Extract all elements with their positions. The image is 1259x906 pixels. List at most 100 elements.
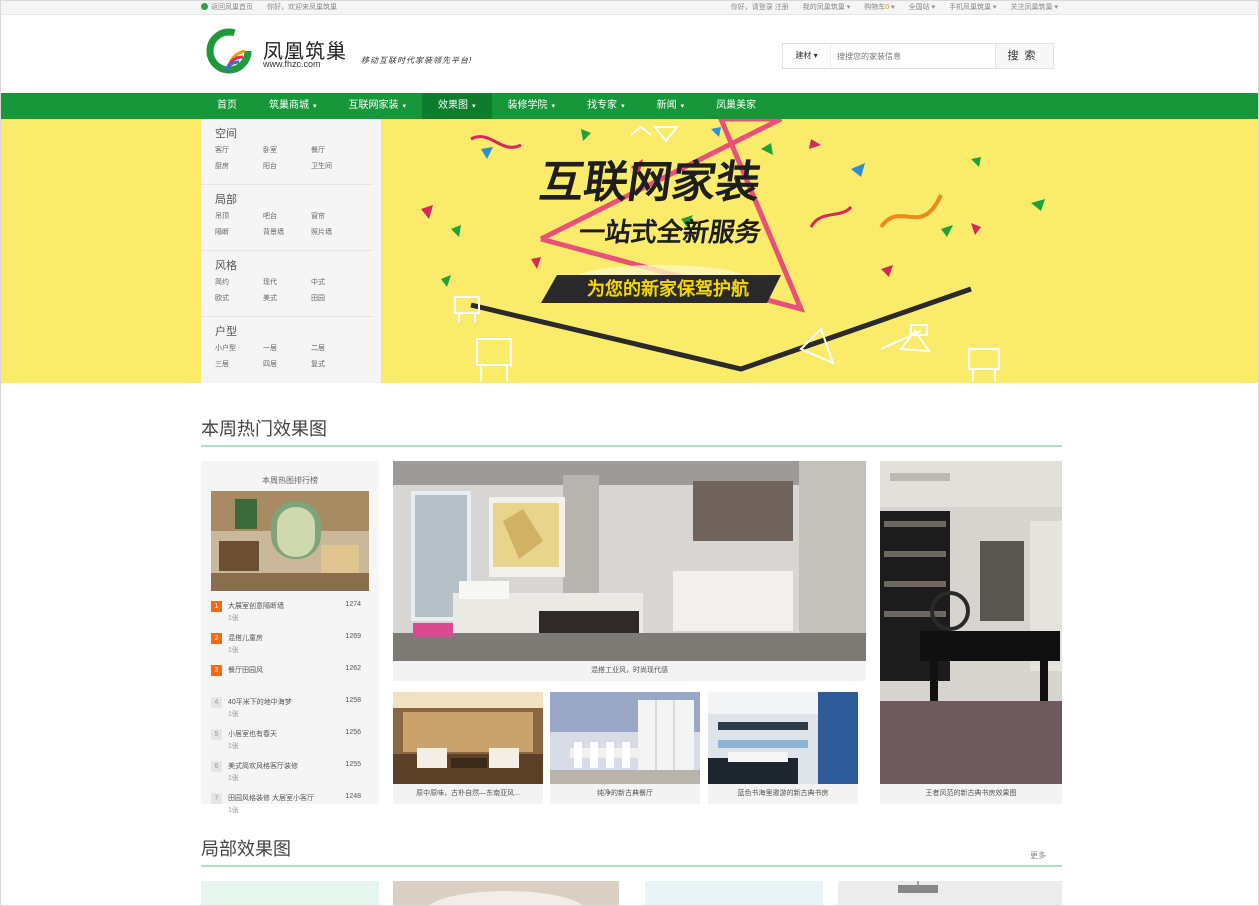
rank-badge: 6 — [211, 761, 222, 772]
mobile-link[interactable]: 手机凤巢筑巢 ▾ — [949, 1, 996, 14]
category-link[interactable]: 餐厅 — [311, 145, 359, 155]
rank-badge: 5 — [211, 729, 222, 740]
section-title-hot: 本周热门效果图 — [201, 419, 1062, 447]
ranking-list: 1 大展室创意隔断墙 1274 1张 2 混搭儿童房 1269 1张 3 餐厅田园风 1262 … — [211, 599, 369, 823]
photo-card-main[interactable]: 混搭工业风，时尚现代感 — [393, 461, 866, 681]
category-link[interactable]: 中式 — [311, 277, 359, 287]
nav-item-internet-decor[interactable]: 互联网家装 ▾ — [333, 93, 423, 119]
caret-icon: ▾ — [621, 103, 625, 110]
rank-name: 餐厅田园风 — [228, 667, 263, 674]
hero-banner: 空间 客厅 卧室 餐厅 厨房 阳台 卫生间 局部 吊顶 吧台 窗帘 隔断 背景墙 — [1, 119, 1258, 383]
ranking-item[interactable]: 4 40平米下的地中海梦 1258 1张 — [211, 695, 369, 727]
nav-label: 互联网家装 — [348, 100, 399, 111]
login-link[interactable]: 你好，请登录 — [731, 4, 773, 11]
ranking-item[interactable]: 7 田园风格装修 大居室小客厅 1248 1张 — [211, 791, 369, 823]
logo-icon[interactable] — [205, 27, 255, 77]
category-link[interactable]: 欧式 — [215, 293, 263, 303]
category-link[interactable]: 厨房 — [215, 161, 263, 171]
category-link[interactable]: 隔断 — [215, 227, 263, 237]
cart-link[interactable]: 购物车0 ▾ — [864, 1, 894, 14]
local-thumb-3[interactable] — [645, 881, 823, 905]
nav-label: 首页 — [217, 100, 237, 111]
search-category-label: 建材 — [795, 51, 812, 60]
photo-caption: 王者风范的新古典书房效果图 — [880, 784, 1062, 804]
ranking-item[interactable]: 3 餐厅田园风 1262 — [211, 663, 369, 695]
header: 凤凰筑巢 www.fhzc.com 移动互联时代家装领先平台! 建材 ▾ 搜索 — [201, 25, 1062, 83]
nav-item-experts[interactable]: 找专家 ▾ — [571, 93, 641, 119]
category-link[interactable]: 窗帘 — [311, 211, 359, 221]
photo-card-right[interactable]: 王者风范的新古典书房效果图 — [880, 461, 1062, 804]
nav-item-home-design[interactable]: 凤巢美家 — [700, 93, 772, 119]
ranking-title: 本周热图排行榜 — [262, 476, 318, 485]
category-link[interactable]: 照片墙 — [311, 227, 359, 237]
category-link[interactable]: 小户型 — [215, 343, 263, 353]
banner-tagline: 为您的新家保驾护航 — [587, 278, 749, 300]
rank-name: 美式简欢风格客厅装修 — [228, 763, 298, 770]
rank-count: 1256 — [345, 729, 361, 736]
category-link[interactable]: 简约 — [215, 277, 263, 287]
rank-count: 1258 — [345, 697, 361, 704]
welcome-text: 你好，欢迎来凤巢筑巢 — [267, 4, 337, 11]
search-category-select[interactable]: 建材 ▾ — [783, 44, 831, 68]
category-link[interactable]: 吊顶 — [215, 211, 263, 221]
category-link[interactable]: 客厅 — [215, 145, 263, 155]
category-link[interactable]: 吧台 — [263, 211, 311, 221]
banner-artwork[interactable]: 互联网家装 一站式全新服务 为您的新家保驾护航 — [381, 119, 1258, 383]
sites-link[interactable]: 全国站 ▾ — [909, 1, 935, 14]
category-link[interactable]: 一居 — [263, 343, 311, 353]
rank-sub: 1张 — [228, 775, 239, 782]
nav-item-renderings[interactable]: 效果图 ▾ — [422, 93, 492, 119]
local-thumb-2[interactable] — [393, 881, 619, 905]
category-link[interactable]: 三居 — [215, 359, 263, 369]
cart-label: 购物车 — [864, 4, 886, 11]
category-title: 户型 — [215, 326, 237, 338]
photo-caption: 纯净的新古典餐厅 — [550, 784, 700, 804]
category-link[interactable]: 田园 — [311, 293, 359, 303]
category-group-part: 局部 吊顶 吧台 窗帘 隔断 背景墙 照片墙 — [201, 185, 373, 251]
category-link[interactable]: 阳台 — [263, 161, 311, 171]
rank-name: 大展室创意隔断墙 — [228, 603, 284, 610]
category-link[interactable]: 二居 — [311, 343, 359, 353]
photo-card-small-2[interactable]: 纯净的新古典餐厅 — [550, 692, 700, 804]
section-title-local: 局部效果图 更多 — [201, 839, 1062, 867]
local-thumb-4[interactable] — [838, 881, 1062, 905]
sites-label: 全国站 — [908, 4, 930, 11]
register-link[interactable]: 注册 — [775, 4, 789, 11]
ranking-item[interactable]: 1 大展室创意隔断墙 1274 1张 — [211, 599, 369, 631]
nav-item-news[interactable]: 新闻 ▾ — [641, 93, 701, 119]
rank-badge: 4 — [211, 697, 222, 708]
more-link[interactable]: 更多 — [1030, 850, 1046, 861]
search-box: 建材 ▾ 搜索 — [782, 43, 1054, 69]
photo-card-small-1[interactable]: 原中原味，古朴自然—东南亚风... — [393, 692, 543, 804]
category-link[interactable]: 背景墙 — [263, 227, 311, 237]
photo-caption: 混搭工业风，时尚现代感 — [393, 661, 866, 681]
category-link[interactable]: 现代 — [263, 277, 311, 287]
caret-icon: ▾ — [472, 103, 476, 110]
top-bar: 返回凤巢首页 你好，欢迎来凤巢筑巢 你好，请登录 注册 我的凤巢筑巢 ▾ 购物车… — [1, 1, 1258, 15]
category-title: 局部 — [215, 194, 237, 206]
local-thumb-1[interactable] — [201, 881, 379, 905]
my-account-label: 我的凤巢筑巢 — [802, 4, 845, 11]
ranking-item[interactable]: 6 美式简欢风格客厅装修 1255 1张 — [211, 759, 369, 791]
nav-item-academy[interactable]: 装修学院 ▾ — [492, 93, 572, 119]
photo-card-small-3[interactable]: 蓝色书海里邀游的新古典书房 — [708, 692, 858, 804]
ranking-item[interactable]: 5 小居室也有春天 1256 1张 — [211, 727, 369, 759]
rank-badge: 1 — [211, 601, 222, 612]
ranking-item[interactable]: 2 混搭儿童房 1269 1张 — [211, 631, 369, 663]
follow-link[interactable]: 关注凤巢筑巢 ▾ — [1011, 1, 1058, 14]
my-account-link[interactable]: 我的凤巢筑巢 ▾ — [803, 1, 850, 14]
ranking-thumbnail[interactable] — [211, 491, 369, 591]
nav-item-home[interactable]: 首页 — [201, 93, 253, 119]
category-link[interactable]: 四居 — [263, 359, 311, 369]
photo-caption: 原中原味，古朴自然—东南亚风... — [393, 784, 543, 804]
category-link[interactable]: 复式 — [311, 359, 359, 369]
category-link[interactable]: 卫生间 — [311, 161, 359, 171]
category-group-space: 空间 客厅 卧室 餐厅 厨房 阳台 卫生间 — [201, 119, 373, 185]
home-link[interactable]: 返回凤巢首页 — [201, 1, 253, 14]
category-link[interactable]: 卧室 — [263, 145, 311, 155]
nav-item-mall[interactable]: 筑巢商城 ▾ — [253, 93, 333, 119]
rank-count: 1274 — [345, 601, 361, 608]
category-link[interactable]: 美式 — [263, 293, 311, 303]
search-button[interactable]: 搜索 — [995, 44, 1053, 68]
search-input[interactable] — [831, 44, 995, 68]
